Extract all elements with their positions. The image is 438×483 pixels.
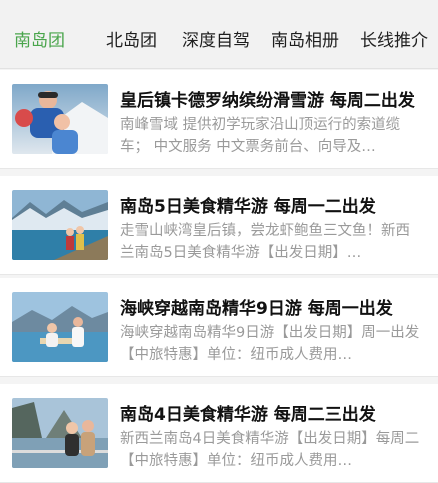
top-tab-bar: 南岛团 北岛团 深度自驾 南岛相册 长线推介 — [0, 0, 438, 69]
fjord-couple-photo-thumbnail — [12, 398, 108, 468]
list-item[interactable]: 南岛5日美食精华游 每周一二出发 走雪山峡湾皇后镇，尝龙虾鲍鱼三文鱼！新西兰南岛… — [0, 176, 438, 275]
item-description: 新西兰南岛4日美食精华游【出发日期】每周二【中旅特惠】单位：纽币成人费用… — [120, 431, 420, 469]
item-title[interactable]: 海峡穿越南岛精华9日游 每周一出发 — [120, 294, 420, 319]
picnic-photo-thumbnail — [12, 292, 108, 362]
item-title[interactable]: 南岛4日美食精华游 每周二三出发 — [120, 400, 420, 425]
list-item[interactable]: 皇后镇卡德罗纳缤纷滑雪游 每周二出发 南峰雪域 提供初学玩家沿山顶运行的索道缆车… — [0, 70, 438, 169]
tab-self-drive[interactable]: 深度自驾 — [182, 0, 250, 68]
list-item[interactable]: 南岛4日美食精华游 每周二三出发 新西兰南岛4日美食精华游【出发日期】每周二【中… — [0, 384, 438, 483]
item-title[interactable]: 南岛5日美食精华游 每周一二出发 — [120, 192, 420, 217]
item-description: 走雪山峡湾皇后镇，尝龙虾鲍鱼三文鱼！新西兰南岛5日美食精华游【出发日期】… — [120, 223, 410, 261]
ski-photo-thumbnail — [12, 84, 108, 154]
tab-north-island-tour[interactable]: 北岛团 — [106, 0, 157, 68]
tab-south-island-tour[interactable]: 南岛团 — [14, 0, 65, 68]
tab-long-routes[interactable]: 长线推介 — [360, 0, 428, 68]
item-description: 南峰雪域 提供初学玩家沿山顶运行的索道缆车； 中文服务 中文票务前台、向导及… — [120, 117, 401, 155]
lake-couple-photo-thumbnail — [12, 190, 108, 260]
item-title[interactable]: 皇后镇卡德罗纳缤纷滑雪游 每周二出发 — [120, 86, 420, 111]
tab-south-island-album[interactable]: 南岛相册 — [271, 0, 339, 68]
item-description: 海峡穿越南岛精华9日游【出发日期】周一出发【中旅特惠】单位：纽币成人费用… — [120, 325, 420, 363]
list-item[interactable]: 海峡穿越南岛精华9日游 每周一出发 海峡穿越南岛精华9日游【出发日期】周一出发【… — [0, 278, 438, 377]
